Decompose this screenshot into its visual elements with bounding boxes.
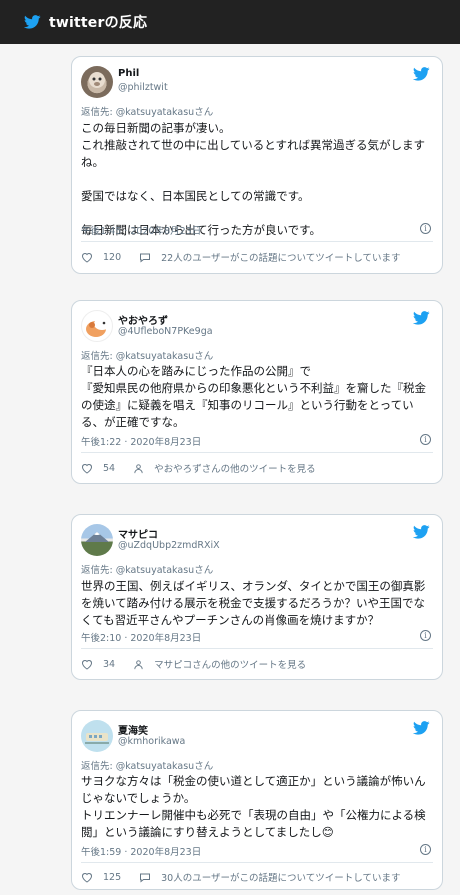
- heart-icon[interactable]: [81, 872, 93, 883]
- user-handle[interactable]: @philztwit: [118, 82, 168, 93]
- like-count[interactable]: 34: [103, 659, 115, 670]
- tweet-timestamp[interactable]: 午後1:22 · 2020年8月23日: [81, 434, 201, 448]
- replying-to[interactable]: 返信先: @katsuyatakasuさん: [81, 104, 213, 118]
- chat-icon: [140, 253, 151, 263]
- divider: [81, 648, 433, 649]
- tweet-actions: 34 マサピコさんの他のツイートを見る: [81, 654, 433, 674]
- tweet-actions: 120 22人のユーザーがこの話題についてツイートしています: [81, 247, 433, 267]
- tweet-timestamp[interactable]: 午後2:10 · 2020年8月23日: [81, 630, 201, 644]
- avatar[interactable]: [81, 720, 113, 752]
- user-handle[interactable]: @4UfleboN7PKe9ga: [118, 326, 213, 337]
- avatar[interactable]: [81, 66, 113, 98]
- user-name[interactable]: やおやろず: [118, 312, 168, 327]
- replying-to[interactable]: 返信先: @katsuyatakasuさん: [81, 758, 213, 772]
- user-name[interactable]: Phil: [118, 68, 139, 79]
- replying-to[interactable]: 返信先: @katsuyatakasuさん: [81, 562, 213, 576]
- chat-icon: [140, 873, 151, 883]
- conversation-link[interactable]: 22人のユーザーがこの話題についてツイートしています: [161, 250, 400, 264]
- heart-icon[interactable]: [81, 463, 93, 474]
- tweet-actions: 54 やおやろずさんの他のツイートを見る: [81, 458, 433, 478]
- person-icon: [134, 463, 143, 473]
- twitter-logo-icon[interactable]: [413, 67, 430, 81]
- twitter-logo-icon[interactable]: [413, 311, 430, 325]
- tweet-actions: 125 30人のユーザーがこの話題についてツイートしています: [81, 867, 433, 887]
- user-name[interactable]: マサピコ: [118, 526, 158, 541]
- user-handle[interactable]: @uZdqUbp2zmdRXiX: [118, 540, 220, 551]
- tweet-text: 『日本人の心を踏みにじった作品の公開』で 『愛知県民の他府県からの印象悪化という…: [81, 364, 426, 429]
- tweet-card[interactable]: 夏海笑 @kmhorikawa 返信先: @katsuyatakasuさん サヨ…: [71, 710, 443, 890]
- info-icon[interactable]: i: [420, 434, 431, 445]
- divider: [81, 452, 433, 453]
- tweet-timestamp[interactable]: 午後1:59 · 2020年8月23日: [81, 844, 201, 858]
- like-count[interactable]: 54: [103, 463, 115, 474]
- conversation-link[interactable]: 30人のユーザーがこの話題についてツイートしています: [161, 870, 400, 884]
- info-icon[interactable]: i: [420, 223, 431, 234]
- tweet-timestamp[interactable]: 午後1:45 · 2020年8月23日: [81, 223, 201, 237]
- info-icon[interactable]: i: [420, 630, 431, 641]
- tweet-card[interactable]: Phil @philztwit 返信先: @katsuyatakasuさん この…: [71, 56, 443, 274]
- divider: [81, 862, 433, 863]
- more-tweets-link[interactable]: やおやろずさんの他のツイートを見る: [154, 461, 316, 475]
- page-header: twitterの反応: [0, 0, 460, 44]
- heart-icon[interactable]: [81, 252, 93, 263]
- divider: [81, 241, 433, 242]
- user-handle[interactable]: @kmhorikawa: [118, 736, 185, 747]
- avatar[interactable]: [81, 524, 113, 556]
- avatar[interactable]: [81, 310, 113, 342]
- like-count[interactable]: 125: [103, 872, 121, 883]
- info-icon[interactable]: i: [420, 844, 431, 855]
- person-icon: [134, 659, 143, 669]
- user-name[interactable]: 夏海笑: [118, 722, 148, 737]
- more-tweets-link[interactable]: マサピコさんの他のツイートを見る: [154, 657, 306, 671]
- tweet-card[interactable]: やおやろず @4UfleboN7PKe9ga 返信先: @katsuyataka…: [71, 300, 443, 484]
- tweet-text: サヨクな方々は「税金の使い道として適正か」という議論が怖いんじゃないでしょうか。…: [81, 774, 426, 839]
- replying-to[interactable]: 返信先: @katsuyatakasuさん: [81, 348, 213, 362]
- tweet-text: 世界の王国、例えばイギリス、オランダ、タイとかで国王の御真影を焼いて踏み付ける展…: [81, 579, 426, 627]
- like-count[interactable]: 120: [103, 252, 121, 263]
- twitter-logo-icon[interactable]: [413, 525, 430, 539]
- page-title: twitterの反応: [49, 15, 148, 31]
- twitter-bird-icon: [24, 15, 41, 29]
- twitter-logo-icon[interactable]: [413, 721, 430, 735]
- heart-icon[interactable]: [81, 659, 93, 670]
- tweet-text: この毎日新聞の記事が凄い。 これ推敲されて世の中に出しているとすれば異常過ぎる気…: [81, 121, 425, 237]
- tweet-card[interactable]: マサピコ @uZdqUbp2zmdRXiX 返信先: @katsuyatakas…: [71, 514, 443, 680]
